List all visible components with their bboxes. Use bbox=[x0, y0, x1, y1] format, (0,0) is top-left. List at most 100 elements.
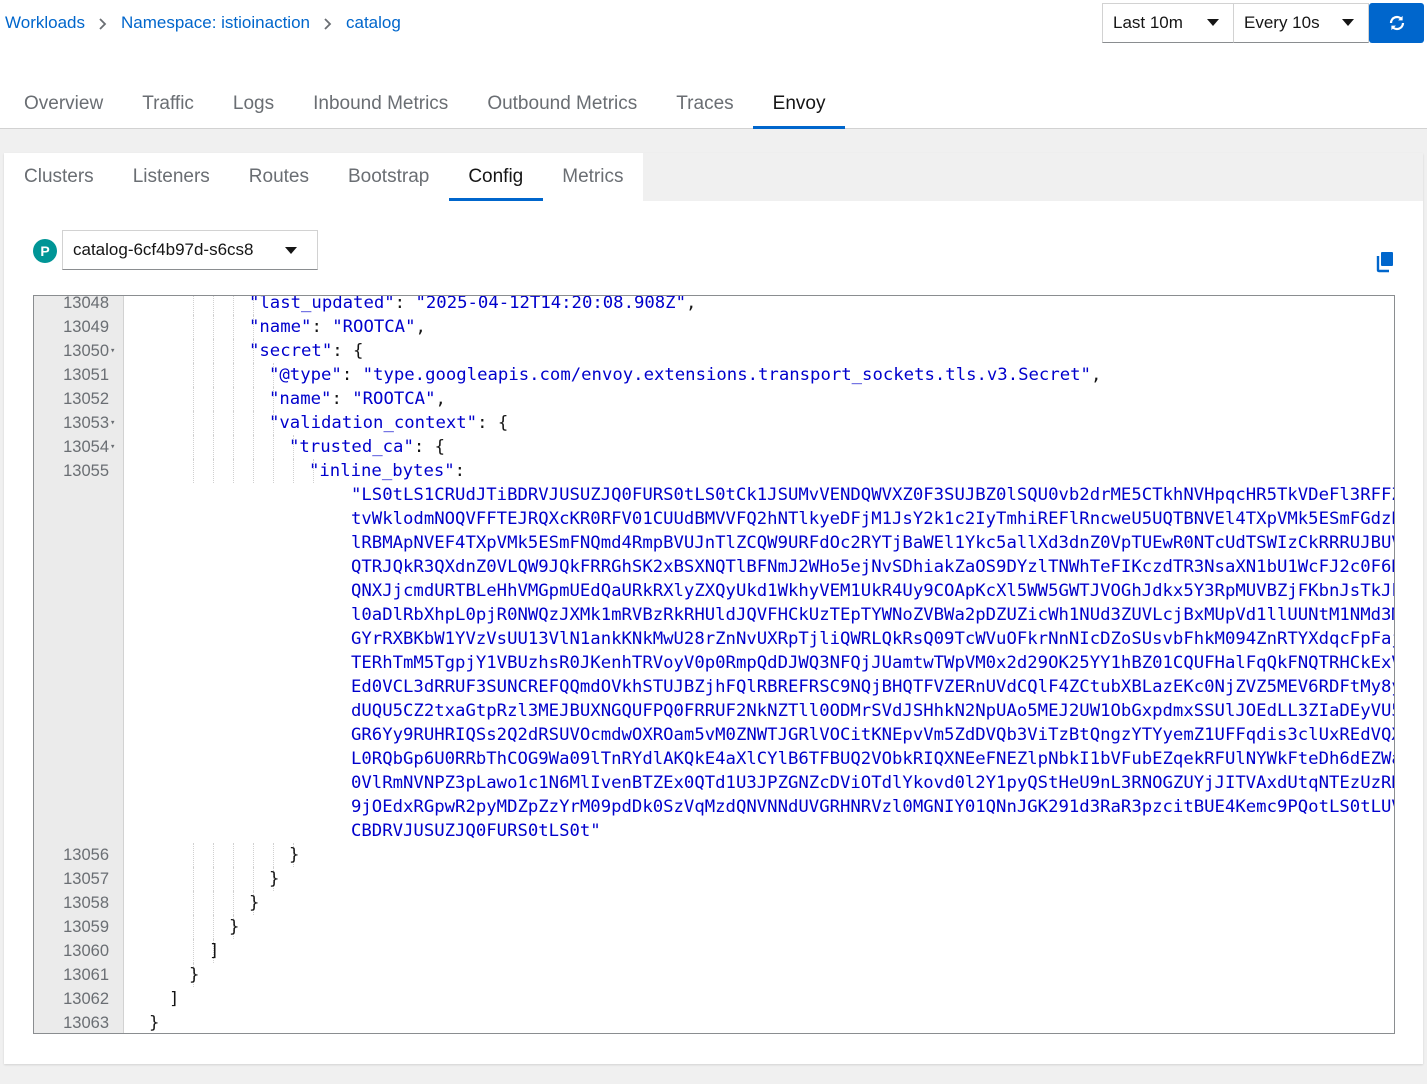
line-number: 13052 bbox=[63, 390, 109, 408]
inline-bytes-value-line: TERhTmM5TgpjY1VBUzhsR0JKenhTRVoyV0p0RmpQ… bbox=[351, 653, 1395, 673]
code-line: 13052 "name": "ROOTCA", bbox=[34, 387, 1394, 411]
code-text: } bbox=[149, 1013, 160, 1033]
indent-guide bbox=[213, 339, 214, 363]
code-line: 13050 ▾ "secret": { bbox=[34, 339, 1394, 363]
tab-overview[interactable]: Overview bbox=[0, 80, 123, 128]
tab-traffic[interactable]: Traffic bbox=[123, 80, 214, 128]
inline-bytes-value-line: QTRJQkR3QXdnZ0VLQW9JQkFRRGhSK2xBSXNQTlBF… bbox=[351, 557, 1395, 577]
code-line: 13059} bbox=[34, 915, 1394, 939]
tab-traces[interactable]: Traces bbox=[657, 80, 753, 128]
line-number: 13056 bbox=[63, 846, 109, 864]
indent-guide bbox=[193, 363, 194, 387]
indent-guide bbox=[233, 296, 234, 315]
config-code-editor[interactable]: 13048 "last_updated": "2025-04-12T14:20:0… bbox=[33, 295, 1395, 1034]
breadcrumb-workload[interactable]: catalog bbox=[346, 13, 401, 33]
indent-guide bbox=[213, 843, 214, 867]
refresh-button[interactable] bbox=[1369, 3, 1424, 43]
subtab-metrics[interactable]: Metrics bbox=[543, 153, 643, 201]
inline-bytes-value-line: L0RQbGp6U0RRbThCOG9Wa09lTnRYdlAKQkE4aXlC… bbox=[351, 749, 1395, 769]
indent-guide bbox=[213, 387, 214, 411]
indent-guide bbox=[193, 387, 194, 411]
code-line: 13048 "last_updated": "2025-04-12T14:20:0… bbox=[34, 295, 1394, 315]
code-text: "trusted_ca": { bbox=[289, 437, 446, 457]
subtab-config[interactable]: Config bbox=[448, 153, 543, 201]
tab-inbound-metrics[interactable]: Inbound Metrics bbox=[294, 80, 468, 128]
indent-guide bbox=[233, 867, 234, 891]
refresh-interval-value: Every 10s bbox=[1244, 13, 1320, 32]
content-area: Clusters Listeners Routes Bootstrap Conf… bbox=[0, 129, 1427, 1084]
subtab-routes[interactable]: Routes bbox=[229, 153, 328, 201]
code-text: } bbox=[189, 965, 200, 985]
code-line: 13051 "@type": "type.googleapis.com/envoy… bbox=[34, 363, 1394, 387]
page-header: Workloads Namespace: istioinaction catal… bbox=[0, 0, 1427, 70]
breadcrumb-namespace[interactable]: Namespace: istioinaction bbox=[121, 13, 310, 33]
indent-guide bbox=[193, 459, 194, 483]
indent-guide bbox=[253, 867, 254, 891]
refresh-interval-dropdown[interactable]: Every 10s bbox=[1234, 3, 1369, 43]
tab-envoy[interactable]: Envoy bbox=[753, 80, 845, 129]
subtabs-filler bbox=[642, 153, 1423, 201]
indent-guide bbox=[233, 387, 234, 411]
code-text: } bbox=[249, 893, 260, 913]
indent-guide bbox=[253, 363, 254, 387]
code-text: "name": "ROOTCA", bbox=[269, 389, 446, 409]
line-number: 13061 bbox=[63, 966, 109, 984]
indent-guide bbox=[233, 363, 234, 387]
line-number: 13053 bbox=[63, 414, 109, 432]
code-text: "validation_context": { bbox=[269, 413, 509, 433]
line-number: 13050 bbox=[63, 342, 109, 360]
inline-bytes-value-line: GYrRXBKbW1YVzVsUU13VlN1ankKNkMwU28rZnNvU… bbox=[351, 629, 1395, 649]
subtab-bootstrap[interactable]: Bootstrap bbox=[329, 153, 449, 201]
refresh-icon bbox=[1389, 15, 1404, 31]
indent-guide bbox=[193, 939, 194, 963]
indent-guide bbox=[213, 867, 214, 891]
line-number: 13063 bbox=[63, 1014, 109, 1032]
code-text: } bbox=[229, 917, 240, 937]
line-number: 13060 bbox=[63, 942, 109, 960]
copy-button[interactable] bbox=[1376, 251, 1396, 273]
indent-guide bbox=[273, 843, 274, 867]
indent-guide bbox=[273, 459, 274, 483]
toolbar: Last 10m Every 10s bbox=[1102, 3, 1424, 43]
time-range-value: Last 10m bbox=[1113, 13, 1183, 32]
indent-guide bbox=[193, 867, 194, 891]
subtab-clusters[interactable]: Clusters bbox=[4, 153, 113, 201]
line-number: 13048 bbox=[63, 295, 109, 312]
code-text: "secret": { bbox=[249, 341, 364, 361]
code-line: 13056} bbox=[34, 843, 1394, 867]
indent-guide bbox=[193, 339, 194, 363]
fold-caret-icon[interactable]: ▾ bbox=[110, 435, 115, 459]
indent-guide bbox=[273, 435, 274, 459]
inline-bytes-value-line: l0aDlRbXhpL0pjR0NWQzJXMk1mRVBzRkRHUldJQV… bbox=[351, 605, 1395, 625]
indent-guide bbox=[193, 891, 194, 915]
line-number: 13057 bbox=[63, 870, 109, 888]
code-text: ] bbox=[209, 941, 220, 961]
tab-logs[interactable]: Logs bbox=[213, 80, 293, 128]
indent-guide bbox=[193, 411, 194, 435]
indent-guide bbox=[193, 915, 194, 939]
envoy-subtabs: Clusters Listeners Routes Bootstrap Conf… bbox=[4, 153, 643, 201]
caret-down-icon bbox=[1207, 19, 1219, 26]
code-line: 13049 "name": "ROOTCA", bbox=[34, 315, 1394, 339]
code-line: 13063} bbox=[34, 1011, 1394, 1033]
chevron-right-icon bbox=[85, 15, 121, 31]
pod-badge: P bbox=[33, 239, 57, 263]
fold-caret-icon[interactable]: ▾ bbox=[110, 339, 115, 363]
indent-guide bbox=[253, 459, 254, 483]
subtab-listeners[interactable]: Listeners bbox=[113, 153, 229, 201]
inline-bytes-value-line: tvWklodmNOQVFFTEJRQXcKR0RFV01CUUdBMVVFQ2… bbox=[351, 509, 1395, 529]
inline-bytes-value-line: lRBMApNVEF4TXpVMk5ESmFNQmd4RmpBVUJnTlZCQ… bbox=[351, 533, 1395, 553]
indent-guide bbox=[213, 411, 214, 435]
indent-guide bbox=[193, 843, 194, 867]
indent-guide bbox=[253, 387, 254, 411]
code-line: 13061} bbox=[34, 963, 1394, 987]
time-range-dropdown[interactable]: Last 10m bbox=[1102, 3, 1234, 43]
tab-outbound-metrics[interactable]: Outbound Metrics bbox=[468, 80, 657, 128]
indent-guide bbox=[233, 315, 234, 339]
indent-guide bbox=[213, 891, 214, 915]
fold-caret-icon[interactable]: ▾ bbox=[110, 411, 115, 435]
breadcrumb-workloads[interactable]: Workloads bbox=[5, 13, 85, 33]
pod-select-dropdown[interactable]: catalog-6cf4b97d-s6cs8 bbox=[62, 230, 318, 270]
envoy-subtabs-bar: Clusters Listeners Routes Bootstrap Conf… bbox=[4, 153, 1423, 201]
indent-guide bbox=[233, 843, 234, 867]
